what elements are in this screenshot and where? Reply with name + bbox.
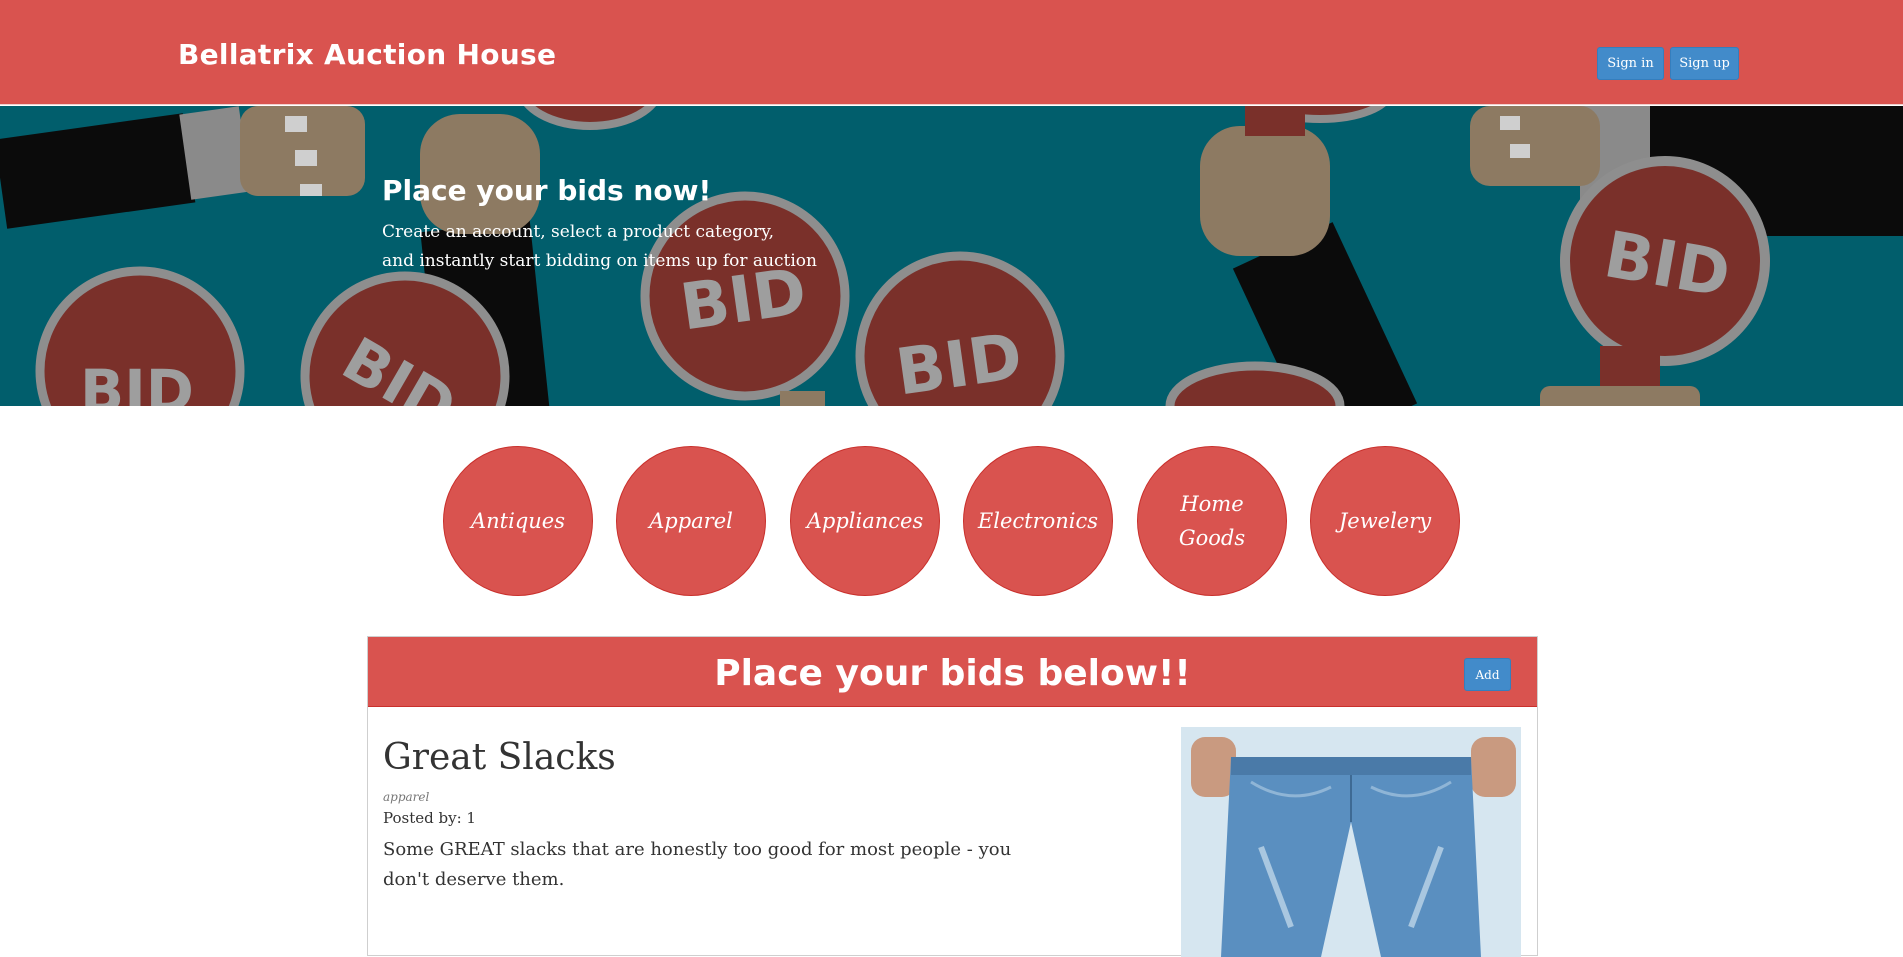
item-posted-by: Posted by: 1	[383, 809, 476, 827]
jeans-icon	[1181, 727, 1521, 957]
bid-paddles-illustration: BID BID BID BID BID	[0, 106, 1903, 406]
sign-in-button[interactable]: Sign in	[1597, 47, 1664, 80]
bids-panel-title: Place your bids below!!	[714, 653, 1191, 694]
hero-line-2: and instantly start bidding on items up …	[382, 251, 817, 271]
item-description: Some GREAT slacks that are honestly too …	[383, 839, 1012, 890]
category-apparel[interactable]: Apparel	[616, 446, 766, 596]
category-home-goods[interactable]: Home Goods	[1137, 446, 1287, 596]
category-electronics[interactable]: Electronics	[963, 446, 1113, 596]
category-antiques[interactable]: Antiques	[443, 446, 593, 596]
item-image[interactable]	[1181, 727, 1521, 957]
category-appliances[interactable]: Appliances	[790, 446, 940, 596]
hero-line-1: Create an account, select a product cate…	[382, 222, 775, 242]
add-item-button[interactable]: Add	[1464, 658, 1511, 691]
hero-title: Place your bids now!	[382, 174, 712, 207]
brand-title[interactable]: Bellatrix Auction House	[178, 38, 556, 71]
sign-up-button[interactable]: Sign up	[1670, 47, 1739, 80]
category-jewelery[interactable]: Jewelery	[1310, 446, 1460, 596]
hero-banner: BID BID BID BID BID Place your bids now!…	[0, 106, 1903, 406]
hero-description: Create an account, select a product cate…	[382, 218, 902, 276]
bids-panel: Place your bids below!! Add Great Slacks…	[367, 636, 1538, 957]
item-title[interactable]: Great Slacks	[383, 737, 616, 778]
bids-panel-header: Place your bids below!! Add	[368, 637, 1537, 707]
navbar: Bellatrix Auction House Sign in Sign up	[0, 0, 1903, 105]
svg-text:BID: BID	[80, 357, 194, 406]
item-category: apparel	[383, 790, 430, 804]
